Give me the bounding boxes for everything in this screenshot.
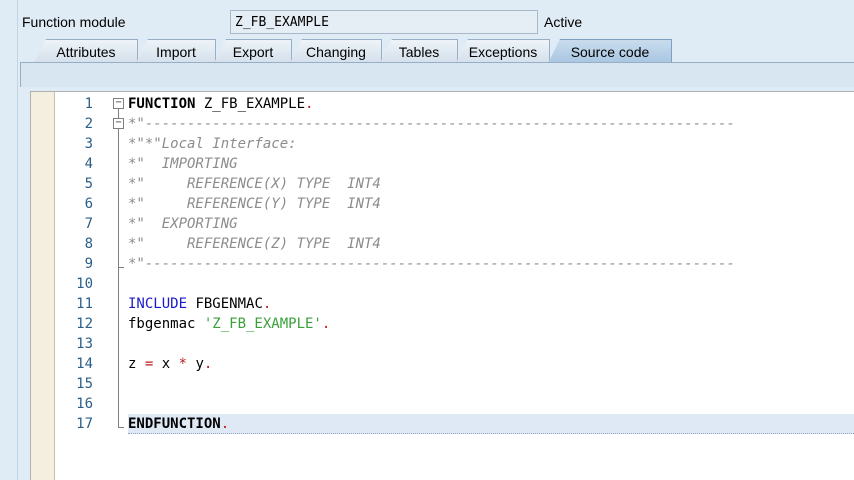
line-number: 15 — [76, 376, 93, 392]
code-line[interactable]: *" IMPORTING — [128, 154, 854, 174]
code-token: *"--------------------------------------… — [128, 256, 735, 272]
code-line[interactable]: ENDFUNCTION. — [128, 414, 854, 434]
code-line[interactable]: *" REFERENCE(Z) TYPE INT4 — [128, 234, 854, 254]
code-line[interactable] — [128, 394, 854, 414]
code-token: . — [220, 416, 230, 432]
code-token: *" REFERENCE(Z) TYPE INT4 — [128, 236, 381, 252]
code-line[interactable]: FUNCTION Z_FB_EXAMPLE. — [128, 94, 854, 114]
line-number: 12 — [76, 316, 93, 332]
fold-guide — [118, 109, 119, 118]
function-module-field[interactable]: Z_FB_EXAMPLE — [230, 10, 538, 34]
tab-attributes[interactable]: Attributes — [34, 39, 138, 63]
code-token: . — [321, 316, 331, 332]
code-token: . — [262, 296, 272, 312]
code-token: * — [178, 356, 188, 372]
code-token: Z_FB_EXAMPLE — [195, 96, 306, 112]
line-number: 6 — [84, 196, 93, 212]
code-token: *" REFERENCE(Y) TYPE INT4 — [128, 196, 381, 212]
code-line[interactable]: *" REFERENCE(Y) TYPE INT4 — [128, 194, 854, 214]
tab-strip: Attributes Import Export Changing Tables… — [34, 39, 854, 63]
line-number: 5 — [84, 176, 93, 192]
code-line[interactable]: *"*"Local Interface: — [128, 134, 854, 154]
tab-source-code[interactable]: Source code — [548, 39, 672, 63]
status-label: Active — [544, 14, 583, 30]
code-token: *" IMPORTING — [128, 156, 238, 172]
code-token: z — [128, 356, 145, 372]
fold-guide-end — [118, 427, 124, 428]
code-token: *"*"Local Interface: — [128, 136, 297, 152]
line-number: 4 — [84, 156, 93, 172]
code-line[interactable]: *"--------------------------------------… — [128, 254, 854, 274]
code-line[interactable]: *"--------------------------------------… — [128, 114, 854, 134]
tab-exceptions[interactable]: Exceptions — [456, 39, 550, 63]
code-token: ENDFUNCTION — [128, 416, 221, 432]
code-token: y — [187, 356, 204, 372]
line-number: 3 — [84, 136, 93, 152]
collapse-icon[interactable]: − — [113, 98, 124, 109]
line-number: 2 — [84, 116, 93, 132]
code-token: 'Z_FB_EXAMPLE' — [203, 316, 322, 332]
code-line[interactable]: z = x * y. — [128, 354, 854, 374]
tab-panel-band — [20, 63, 854, 87]
tab-changing[interactable]: Changing — [290, 39, 382, 63]
code-token: . — [203, 356, 213, 372]
code-line[interactable]: *" REFERENCE(X) TYPE INT4 — [128, 174, 854, 194]
code-token: . — [305, 96, 314, 112]
tab-import[interactable]: Import — [136, 39, 216, 63]
tab-tables[interactable]: Tables — [380, 39, 458, 63]
line-number: 11 — [76, 296, 93, 312]
function-module-header: Function module Z_FB_EXAMPLE Active — [18, 8, 854, 36]
code-token: INCLUDE — [128, 296, 188, 312]
code-line[interactable] — [128, 274, 854, 294]
code-token: x — [153, 356, 179, 372]
line-number: 1 — [84, 96, 93, 112]
code-token: fbgenmac — [128, 316, 204, 332]
tab-export[interactable]: Export — [214, 39, 292, 63]
code-token: FBGENMAC — [187, 296, 263, 312]
code-line[interactable]: *" EXPORTING — [128, 214, 854, 234]
code-line[interactable]: INCLUDE FBGENMAC. — [128, 294, 854, 314]
code-token: FUNCTION — [128, 96, 196, 112]
source-code-editor[interactable]: 1 2 3 4 5 6 7 8 9 10 11 12 13 14 15 16 17 − − FUNCTION Z… — [30, 91, 854, 480]
code-line[interactable] — [128, 334, 854, 354]
left-frame-strip — [0, 0, 18, 480]
line-number: 8 — [84, 236, 93, 252]
line-number: 13 — [76, 336, 93, 352]
line-number-gutter: 1 2 3 4 5 6 7 8 9 10 11 12 13 14 15 16 17 — [55, 92, 95, 480]
code-token: *" EXPORTING — [128, 216, 238, 232]
line-number: 17 — [76, 416, 93, 432]
line-number: 14 — [76, 356, 93, 372]
bookmark-bar[interactable] — [31, 92, 55, 480]
code-token: *"--------------------------------------… — [128, 116, 735, 132]
code-line[interactable]: fbgenmac 'Z_FB_EXAMPLE'. — [128, 314, 854, 334]
line-number: 7 — [84, 216, 93, 232]
line-number: 9 — [84, 256, 93, 272]
code-token: *" REFERENCE(X) TYPE INT4 — [128, 176, 381, 192]
fold-guide — [118, 129, 119, 267]
function-module-label: Function module — [22, 14, 126, 30]
code-line[interactable] — [128, 374, 854, 394]
line-number: 10 — [76, 276, 93, 292]
collapse-icon[interactable]: − — [113, 118, 124, 129]
fold-guide — [118, 267, 119, 427]
line-number: 16 — [76, 396, 93, 412]
